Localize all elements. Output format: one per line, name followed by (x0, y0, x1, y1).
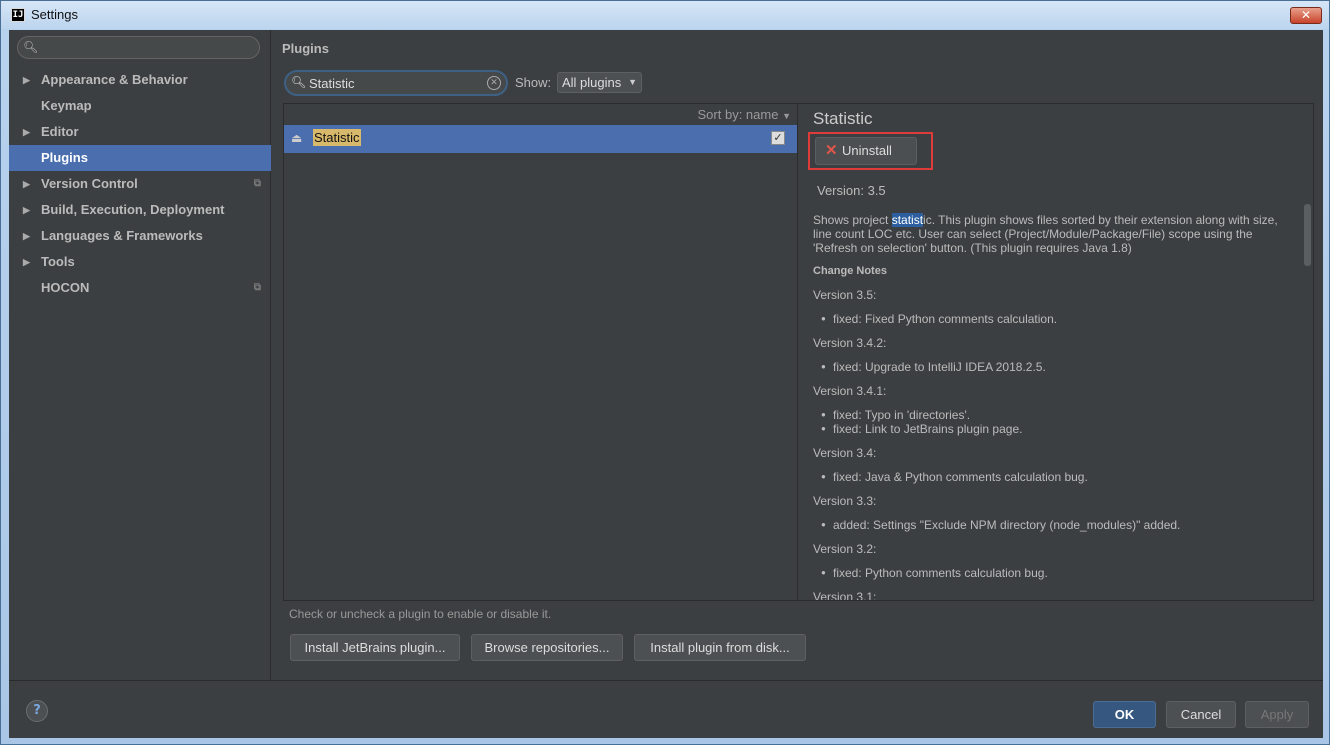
change-note-item: fixed: Fixed Python comments calculation… (813, 312, 1293, 326)
plugin-detail-title: Statistic (813, 109, 873, 128)
plugin-row[interactable]: ⏏ Statistic ✓ (284, 125, 797, 153)
window-close-button[interactable]: ✕ (1290, 7, 1322, 24)
dialog-footer: ? OK Cancel Apply (9, 680, 1323, 738)
change-note-group: Version 3.4: fixed: Java & Python comment… (813, 446, 1293, 484)
intellij-icon: IJ (11, 8, 25, 22)
settings-window: IJ Settings ✕ 🔍︎ ▶ Appearance & Behavior K… (0, 0, 1330, 745)
uninstall-label: Uninstall (842, 143, 892, 158)
sidebar-item-plugins[interactable]: Plugins (9, 145, 271, 171)
uninstall-button[interactable]: ✕ Uninstall (815, 137, 917, 165)
chevron-right-icon[interactable]: ▶ (23, 119, 30, 145)
sidebar-item-label: Version Control (41, 176, 138, 191)
sort-by-dropdown[interactable]: Sort by: name ▼ (698, 107, 791, 122)
sidebar-item-keymap[interactable]: Keymap (9, 93, 271, 119)
chevron-right-icon[interactable]: ▶ (23, 67, 30, 93)
sidebar-item-version-control[interactable]: ▶ Version Control ⧉ (9, 171, 271, 197)
change-notes-list: Version 3.5: fixed: Fixed Python comments… (813, 288, 1293, 601)
sidebar-item-languages-frameworks[interactable]: ▶ Languages & Frameworks (9, 223, 271, 249)
change-note-version: Version 3.4.2: (813, 336, 887, 350)
show-label: Show: (515, 75, 552, 90)
show-filter-value: All plugins (562, 75, 622, 90)
sidebar-item-tools[interactable]: ▶ Tools (9, 249, 271, 275)
plugin-description: Shows project statistic. This plugin sho… (813, 213, 1293, 255)
plugin-search-input[interactable]: 🔍︎ Statistic ✕ (284, 70, 508, 96)
plugin-search-value: Statistic (309, 76, 355, 91)
apply-button[interactable]: Apply (1245, 701, 1309, 728)
change-note-item: fixed: Link to JetBrains plugin page. (813, 422, 1293, 436)
chevron-right-icon[interactable]: ▶ (23, 223, 30, 249)
ok-button[interactable]: OK (1093, 701, 1156, 728)
project-scope-icon: ⧉ (253, 282, 261, 293)
close-icon: ✕ (825, 142, 838, 159)
sidebar-item-label: Build, Execution, Deployment (41, 202, 225, 217)
desc-highlight: statist (891, 213, 924, 227)
dialog-content: 🔍︎ ▶ Appearance & Behavior Keymap ▶ Editor Pl… (9, 30, 1323, 738)
change-note-group: Version 3.4.2: fixed: Upgrade to IntelliJ… (813, 336, 1293, 374)
change-note-version: Version 3.3: (813, 494, 877, 508)
sidebar-item-label: Editor (41, 124, 79, 139)
sidebar-item-label: HOCON (41, 280, 90, 295)
browse-repositories-button[interactable]: Browse repositories... (471, 634, 623, 661)
sort-by-label: Sort by: name (697, 107, 779, 122)
change-note-group: Version 3.5: fixed: Fixed Python comments… (813, 288, 1293, 326)
cancel-button[interactable]: Cancel (1166, 701, 1236, 728)
plugin-version: Version: 3.5 (817, 183, 886, 198)
sidebar-item-label: Languages & Frameworks (41, 228, 203, 243)
change-note-version: Version 3.4: (813, 446, 877, 460)
sidebar-item-build-execution-deployment[interactable]: ▶ Build, Execution, Deployment (9, 197, 271, 223)
title-bar: IJ Settings ✕ (1, 1, 1329, 29)
sidebar-item-label: Appearance & Behavior (41, 72, 188, 87)
sidebar-search-input[interactable]: 🔍︎ (17, 36, 260, 59)
project-scope-icon: ⧉ (253, 178, 261, 189)
sidebar-item-label: Tools (41, 254, 75, 269)
settings-sidebar: 🔍︎ ▶ Appearance & Behavior Keymap ▶ Editor Pl… (9, 30, 271, 680)
chevron-down-icon: ▼ (782, 111, 791, 121)
change-note-group: Version 3.2: fixed: Python comments calcu… (813, 542, 1293, 580)
sidebar-item-hocon[interactable]: HOCON ⧉ (9, 275, 271, 301)
change-note-version: Version 3.2: (813, 542, 877, 556)
page-title: Plugins (282, 41, 329, 56)
change-note-group: Version 3.1: (813, 590, 1293, 601)
change-note-item: fixed: Upgrade to IntelliJ IDEA 2018.2.5… (813, 360, 1293, 374)
sidebar-item-label: Plugins (41, 150, 88, 165)
details-scrollbar[interactable] (1304, 204, 1311, 266)
sidebar-item-label: Keymap (41, 98, 92, 113)
sidebar-item-editor[interactable]: ▶ Editor (9, 119, 271, 145)
desc-text: Shows project (813, 213, 892, 227)
install-from-disk-button[interactable]: Install plugin from disk... (634, 634, 806, 661)
change-note-version: Version 3.4.1: (813, 384, 887, 398)
plugins-panel: Plugins 🔍︎ Statistic ✕ Show: All plugins… (272, 30, 1323, 680)
plugin-enabled-checkbox[interactable]: ✓ (771, 131, 785, 145)
sidebar-item-appearance-behavior[interactable]: ▶ Appearance & Behavior (9, 67, 271, 93)
chevron-right-icon[interactable]: ▶ (23, 197, 30, 223)
change-note-item: added: Settings "Exclude NPM directory (… (813, 518, 1293, 532)
sidebar-tree: ▶ Appearance & Behavior Keymap ▶ Editor Plugi… (9, 67, 271, 301)
chevron-down-icon: ▼ (628, 77, 637, 87)
change-note-version: Version 3.1: (813, 590, 877, 601)
change-note-version: Version 3.5: (813, 288, 877, 302)
plugin-hint: Check or uncheck a plugin to enable or d… (289, 607, 552, 621)
window-title: Settings (31, 7, 78, 22)
change-notes-heading: Change Notes (813, 265, 887, 277)
chevron-right-icon[interactable]: ▶ (23, 171, 30, 197)
change-note-item: fixed: Python comments calculation bug. (813, 566, 1293, 580)
install-jetbrains-plugin-button[interactable]: Install JetBrains plugin... (290, 634, 460, 661)
plugin-details: Statistic ✕ Uninstall Version: 3.5 Shows… (798, 103, 1314, 601)
change-note-group: Version 3.4.1: fixed: Typo in 'directorie… (813, 384, 1293, 436)
search-icon: 🔍︎ (23, 40, 39, 54)
plugin-list: Sort by: name ▼ ⏏ Statistic ✓ (283, 103, 798, 601)
plugin-icon: ⏏ (291, 131, 303, 145)
help-icon[interactable]: ? (26, 700, 48, 722)
plugin-name: Statistic (313, 129, 361, 146)
clear-search-icon[interactable]: ✕ (487, 76, 501, 90)
change-note-item: fixed: Typo in 'directories'. (813, 408, 1293, 422)
chevron-right-icon[interactable]: ▶ (23, 249, 30, 275)
change-note-group: Version 3.3: added: Settings "Exclude NPM… (813, 494, 1293, 532)
show-filter-dropdown[interactable]: All plugins ▼ (557, 72, 642, 93)
search-icon: 🔍︎ (291, 75, 307, 89)
change-note-item: fixed: Java & Python comments calculatio… (813, 470, 1293, 484)
